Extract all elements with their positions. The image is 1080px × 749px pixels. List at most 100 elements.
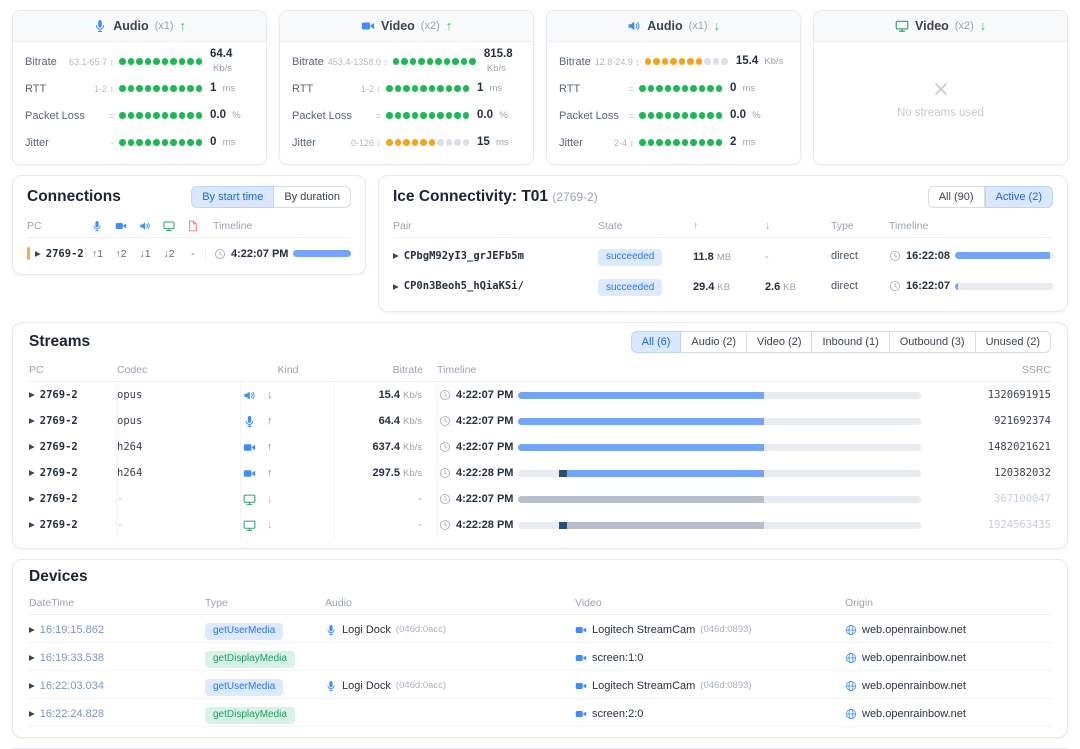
expand-caret-icon[interactable]: ▶ bbox=[393, 283, 399, 291]
card-count: (x1) bbox=[689, 20, 708, 32]
bitrate-unit: Kb/s bbox=[403, 442, 422, 453]
stream-pc-id: 2769-2 bbox=[40, 415, 78, 427]
stream-timeline-bar bbox=[518, 444, 921, 451]
expand-caret-icon[interactable]: ▶ bbox=[29, 626, 35, 634]
streams-filter-unused-button[interactable]: Unused (2) bbox=[976, 331, 1051, 353]
metric-number: 15.4 bbox=[736, 55, 758, 67]
sort-by-duration-button[interactable]: By duration bbox=[274, 186, 351, 208]
origin-host: web.openrainbow.net bbox=[862, 624, 966, 636]
stream-kind-cell: ↓ bbox=[241, 486, 335, 512]
pair-timeline-cell: 16:22:07 bbox=[889, 280, 1053, 292]
video-column-header: Video bbox=[575, 597, 845, 609]
screen-share-icon bbox=[243, 519, 256, 532]
device-audio-cell: Logi Dock(046d:0acc) bbox=[325, 624, 575, 636]
bitrate-unit: Kb/s bbox=[403, 390, 422, 401]
ice-filter-active-button[interactable]: Active (2) bbox=[985, 186, 1053, 208]
expand-caret-icon[interactable]: ▶ bbox=[393, 252, 399, 260]
bitrate-unit: Kb/s bbox=[403, 416, 422, 427]
device-origin-cell: web.openrainbow.net bbox=[845, 652, 1051, 664]
inbound-arrow-icon: ↓ bbox=[267, 493, 273, 505]
up-arrow-icon: ↑ bbox=[446, 19, 452, 33]
stream-pc-cell: ▶ 2769-2 bbox=[29, 434, 117, 460]
expand-caret-icon[interactable]: ▶ bbox=[29, 710, 35, 718]
video-device-name: screen:1:0 bbox=[592, 652, 643, 664]
stream-row[interactable]: ▶2769-2 opus ↓ 15.4Kb/s 4:22:07 PM 13206… bbox=[29, 382, 1051, 408]
metric-range: - bbox=[107, 138, 119, 148]
inbound-arrow-icon: ↓ bbox=[267, 389, 273, 401]
video-camera-icon bbox=[243, 467, 256, 480]
stream-timeline-cell: 4:22:07 PM bbox=[437, 382, 935, 408]
stream-codec: h264 bbox=[117, 434, 241, 460]
ice-pair-row[interactable]: ▶ CPbgM92yI3_grJEFb5m succeeded 11.8MB -… bbox=[393, 238, 1053, 269]
ice-filter-all-button[interactable]: All (90) bbox=[928, 186, 985, 208]
stream-row[interactable]: ▶2769-2 - ↓ - 4:22:28 PM 1924563435 bbox=[29, 512, 1051, 538]
state-badge: succeeded bbox=[598, 249, 662, 266]
ice-pair-row[interactable]: ▶ CP0n3Beoh5_hQiaKSi/ succeeded 29.4KB 2… bbox=[393, 269, 1053, 300]
metric-dots bbox=[119, 85, 202, 92]
metric-number: 2 bbox=[730, 136, 736, 148]
ice-table-header: Pair State ↑ ↓ Type Timeline bbox=[393, 213, 1053, 238]
expand-caret-icon[interactable]: ▶ bbox=[29, 391, 35, 399]
stream-pc-cell: ▶2769-2 bbox=[29, 486, 117, 512]
stream-row[interactable]: ▶2769-2 - ↓ - 4:22:07 PM 367100047 bbox=[29, 486, 1051, 512]
stream-kind-cell: ↓ bbox=[241, 512, 335, 538]
up-arrow-icon: ↑ bbox=[180, 19, 186, 33]
expand-caret-icon[interactable]: ▶ bbox=[29, 417, 35, 425]
metric-number: 0.0 bbox=[210, 109, 226, 121]
screen-share-icon bbox=[243, 493, 256, 506]
type-column-header: Type bbox=[831, 220, 889, 232]
empty-state: No streams used bbox=[814, 42, 1067, 158]
streams-filter-inbound-button[interactable]: Inbound (1) bbox=[812, 331, 889, 353]
metric-label: RTT bbox=[25, 83, 46, 95]
device-video-cell: screen:2:0 bbox=[575, 708, 845, 720]
expand-caret-icon[interactable]: ▶ bbox=[29, 682, 35, 690]
pc-column-header: PC bbox=[27, 220, 85, 232]
metric-unit: ms bbox=[223, 137, 236, 148]
metric-unit: ms bbox=[743, 137, 756, 148]
streams-filter-video-button[interactable]: Video (2) bbox=[747, 331, 812, 353]
stream-row[interactable]: ▶2769-2 h264 ↑ 297.5Kb/s 4:22:28 PM 1203… bbox=[29, 460, 1051, 486]
metric-row-packet-loss: Packet Loss = 0.0 % bbox=[559, 102, 788, 129]
screen-stream-count: ↓2 bbox=[157, 247, 181, 260]
connections-panel: Connections By start time By duration PC… bbox=[12, 175, 366, 275]
streams-filter-all-button[interactable]: All (6) bbox=[631, 331, 682, 353]
metric-number: 0.0 bbox=[730, 109, 746, 121]
empty-state-text: No streams used bbox=[897, 107, 984, 119]
expand-caret-icon[interactable]: ▶ bbox=[29, 521, 35, 529]
metric-dots bbox=[386, 139, 469, 146]
expand-caret-icon[interactable]: ▶ bbox=[29, 443, 35, 451]
device-row[interactable]: ▶16:19:15.862 getUserMedia Logi Dock(046… bbox=[29, 615, 1051, 643]
stream-pc-cell: ▶2769-2 bbox=[29, 512, 117, 538]
stream-codec: - bbox=[117, 486, 241, 512]
device-row[interactable]: ▶16:22:24.828 getDisplayMedia screen:2:0… bbox=[29, 699, 1051, 727]
streams-filter-audio-button[interactable]: Audio (2) bbox=[681, 331, 747, 353]
metric-label: Bitrate bbox=[559, 56, 591, 68]
stream-pc-id: 2769-2 bbox=[40, 441, 78, 453]
pair-start-time: 16:22:08 bbox=[906, 250, 950, 262]
device-video-cell: Logitech StreamCam(046d:0893) bbox=[575, 624, 845, 636]
stream-row[interactable]: ▶2769-2 opus ↑ 64.4Kb/s 4:22:07 PM 92169… bbox=[29, 408, 1051, 434]
expand-caret-icon[interactable]: ▶ bbox=[35, 250, 41, 258]
bitrate-number: - bbox=[418, 519, 422, 531]
connection-timeline-bar bbox=[293, 250, 351, 257]
stream-timeline-bar bbox=[518, 418, 921, 425]
stream-row[interactable]: ▶2769-2 h264 ↑ 637.4Kb/s 4:22:07 PM 1482… bbox=[29, 434, 1051, 460]
pair-timeline-bar bbox=[955, 283, 1053, 290]
device-row[interactable]: ▶16:19:33.538 getDisplayMedia screen:1:0… bbox=[29, 643, 1051, 671]
expand-caret-icon[interactable]: ▶ bbox=[29, 469, 35, 477]
sort-by-start-time-button[interactable]: By start time bbox=[191, 186, 274, 208]
stream-timeline-cell: 4:22:28 PM bbox=[437, 460, 935, 486]
metric-label: Jitter bbox=[25, 137, 49, 149]
metric-row-rtt: RTT 1-2 ↕ 1 ms bbox=[292, 75, 521, 102]
streams-filter-outbound-button[interactable]: Outbound (3) bbox=[890, 331, 976, 353]
metric-value: 0.0 % bbox=[477, 109, 521, 122]
device-row[interactable]: ▶16:22:03.034 getUserMedia Logi Dock(046… bbox=[29, 671, 1051, 699]
metric-dots bbox=[393, 58, 476, 65]
get-display-media-badge: getDisplayMedia bbox=[205, 707, 295, 724]
expand-caret-icon[interactable]: ▶ bbox=[29, 495, 35, 503]
metric-label: Packet Loss bbox=[25, 110, 85, 122]
connection-row[interactable]: ▶ 2769-2 ↑1 ↑2 ↓1 ↓2 - 4:22:07 PM bbox=[27, 238, 351, 262]
get-display-media-badge: getDisplayMedia bbox=[205, 651, 295, 668]
expand-caret-icon[interactable]: ▶ bbox=[29, 654, 35, 662]
pair-type: direct bbox=[831, 250, 889, 262]
